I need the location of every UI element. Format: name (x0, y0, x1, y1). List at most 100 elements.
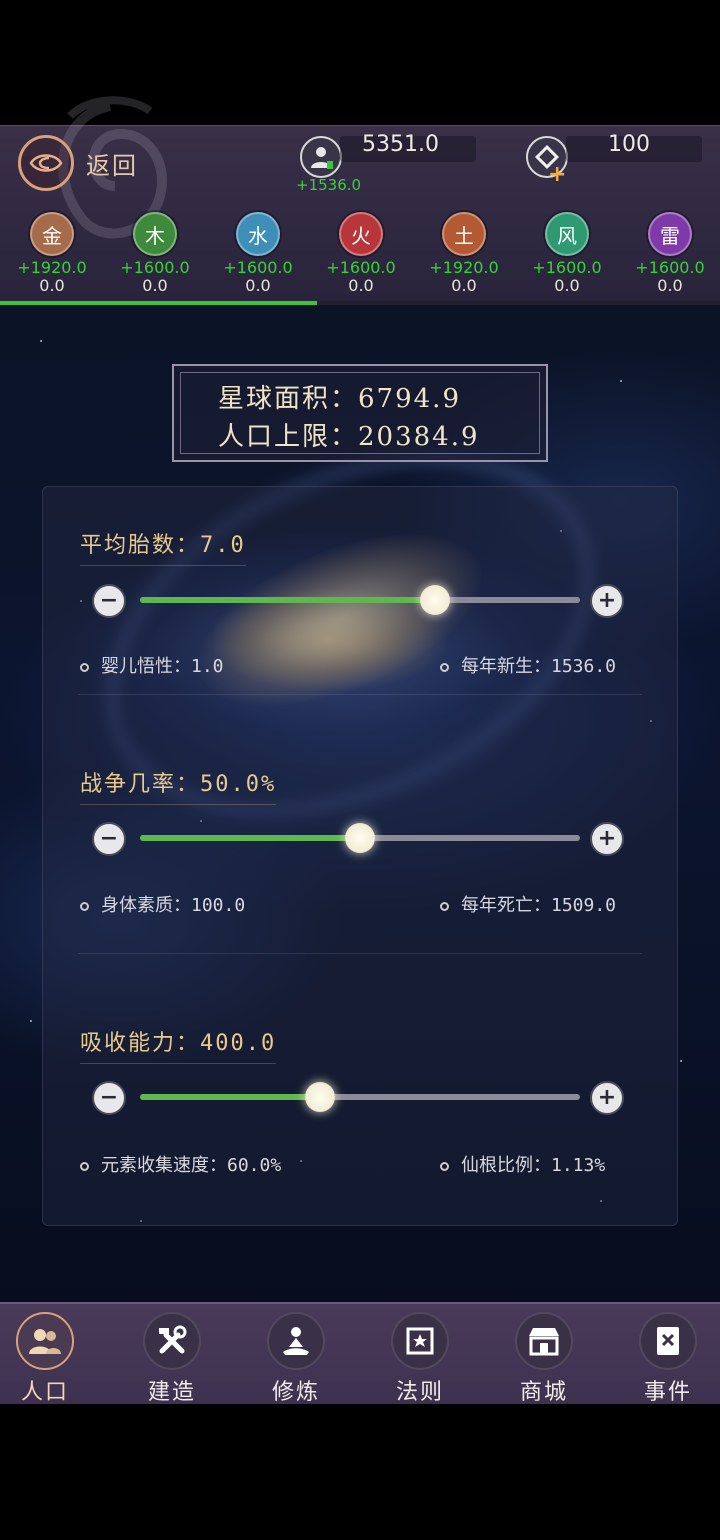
nav-events[interactable]: 事件 (618, 1312, 718, 1406)
info-left: 元素收集速度：60.0% (80, 1151, 281, 1177)
element-total: 0.0 (554, 276, 580, 295)
element-total: 0.0 (39, 276, 65, 295)
element-total: 0.0 (245, 276, 271, 295)
element-gain: +1600.0 (120, 258, 190, 277)
population-cap-line: 人口上限：20384.9 (218, 416, 480, 453)
nav-shop[interactable]: 商城 (494, 1312, 594, 1406)
tools-icon (143, 1312, 201, 1370)
element-gain: +1920.0 (17, 258, 87, 277)
element-total: 0.0 (451, 276, 477, 295)
average-litter-slider[interactable]: − + (92, 584, 628, 620)
absorption-slider[interactable]: − + (92, 1081, 628, 1117)
yearly-deaths-info: 每年死亡：1509.0 (461, 895, 617, 916)
wood-icon: 木 (133, 212, 177, 256)
yearly-births-info: 每年新生：1536.0 (461, 656, 617, 677)
element-progress-fill (0, 301, 317, 305)
population-change: +1536.0 (296, 176, 362, 194)
element-total: 0.0 (348, 276, 374, 295)
law-icon (391, 1312, 449, 1370)
nav-law[interactable]: 法则 (370, 1312, 470, 1406)
decrease-button[interactable]: − (92, 1081, 126, 1115)
bullet-icon (440, 901, 449, 911)
bullet-icon (80, 901, 89, 911)
slider-fill (140, 1094, 321, 1100)
metal-icon: 金 (30, 212, 74, 256)
info-left: 婴儿悟性：1.0 (80, 652, 224, 678)
back-label: 返回 (86, 151, 138, 180)
nav-label: 商城 (519, 1380, 568, 1405)
element-wind[interactable]: 风 +1600.0 0.0 (517, 212, 617, 295)
nav-label: 修炼 (271, 1380, 320, 1405)
war-chance-slider[interactable]: − + (92, 822, 628, 858)
event-book-icon (639, 1312, 697, 1370)
divider (78, 953, 642, 954)
info-right: 仙根比例：1.13% (440, 1151, 605, 1177)
element-gain: +1600.0 (635, 258, 705, 277)
nav-build[interactable]: 建造 (122, 1312, 222, 1406)
immortal-root-ratio-info: 仙根比例：1.13% (461, 1155, 606, 1176)
population-icon[interactable] (300, 136, 342, 178)
element-metal[interactable]: 金 +1920.0 0.0 (2, 212, 102, 295)
nav-label: 人口 (20, 1380, 69, 1405)
resource-header: 返回 5351.0 +1536.0 + 100 金 +1920.0 0.0 木 … (0, 96, 720, 305)
element-resources: 金 +1920.0 0.0 木 +1600.0 0.0 水 +1600.0 0.… (0, 212, 720, 302)
back-button[interactable]: 返回 (18, 135, 158, 191)
increase-button[interactable]: + (590, 584, 624, 618)
add-currency-plus-icon[interactable]: + (548, 162, 566, 187)
element-progress-bar (0, 301, 720, 305)
element-wood[interactable]: 木 +1600.0 0.0 (105, 212, 205, 295)
bullet-icon (80, 662, 89, 672)
element-gain: +1600.0 (223, 258, 293, 277)
wind-icon: 风 (545, 212, 589, 256)
decrease-button[interactable]: − (92, 822, 126, 856)
thunder-icon: 雷 (648, 212, 692, 256)
element-thunder[interactable]: 雷 +1600.0 0.0 (620, 212, 720, 295)
baby-wisdom-info: 婴儿悟性：1.0 (101, 656, 224, 677)
element-fire[interactable]: 火 +1600.0 0.0 (311, 212, 411, 295)
slider-knob[interactable] (345, 823, 375, 853)
increase-button[interactable]: + (590, 1081, 624, 1115)
element-collect-speed-info: 元素收集速度：60.0% (101, 1155, 282, 1176)
bullet-icon (440, 1161, 449, 1171)
slider-fill (140, 835, 360, 841)
element-total: 0.0 (657, 276, 683, 295)
slider-track[interactable] (140, 1082, 580, 1112)
planet-area-value: 6794.9 (358, 384, 461, 414)
bullet-icon (440, 662, 449, 672)
element-gain: +1600.0 (532, 258, 602, 277)
info-left: 身体素质：100.0 (80, 891, 245, 917)
slider-track[interactable] (140, 823, 580, 853)
physique-info: 身体素质：100.0 (101, 895, 246, 916)
info-right: 每年新生：1536.0 (440, 652, 616, 678)
slider-knob[interactable] (419, 585, 450, 615)
nav-population[interactable]: 人口 (0, 1312, 95, 1406)
element-gain: +1600.0 (326, 258, 396, 277)
currency-value: 100 (608, 132, 650, 157)
element-earth[interactable]: 土 +1920.0 0.0 (414, 212, 514, 295)
nav-cultivate[interactable]: 修炼 (246, 1312, 346, 1406)
shop-icon (515, 1312, 573, 1370)
population-cap-value: 20384.9 (358, 422, 480, 452)
divider (78, 694, 642, 695)
bottom-bar-blank (0, 1404, 720, 1540)
planet-area-line: 星球面积：6794.9 (218, 378, 461, 415)
meditation-icon (267, 1312, 325, 1370)
planet-info-box: 星球面积：6794.9 人口上限：20384.9 (172, 364, 548, 462)
element-gain: +1920.0 (429, 258, 499, 277)
nav-label: 建造 (147, 1380, 196, 1405)
slider-track[interactable] (140, 585, 580, 615)
element-water[interactable]: 水 +1600.0 0.0 (208, 212, 308, 295)
absorption-title: 吸收能力：400.0 (80, 1025, 277, 1064)
bottom-navigation: 人口 建造 修炼 法则 商城 事件 (0, 1302, 720, 1406)
nav-label: 法则 (395, 1380, 444, 1405)
water-icon: 水 (236, 212, 280, 256)
population-cap-label: 人口上限： (218, 422, 359, 452)
back-eye-icon (18, 135, 74, 191)
info-right: 每年死亡：1509.0 (440, 891, 616, 917)
planet-area-label: 星球面积： (218, 384, 359, 414)
slider-fill (140, 597, 435, 603)
slider-knob[interactable] (305, 1082, 336, 1112)
increase-button[interactable]: + (590, 822, 624, 856)
bullet-icon (80, 1161, 89, 1171)
decrease-button[interactable]: − (92, 584, 126, 618)
